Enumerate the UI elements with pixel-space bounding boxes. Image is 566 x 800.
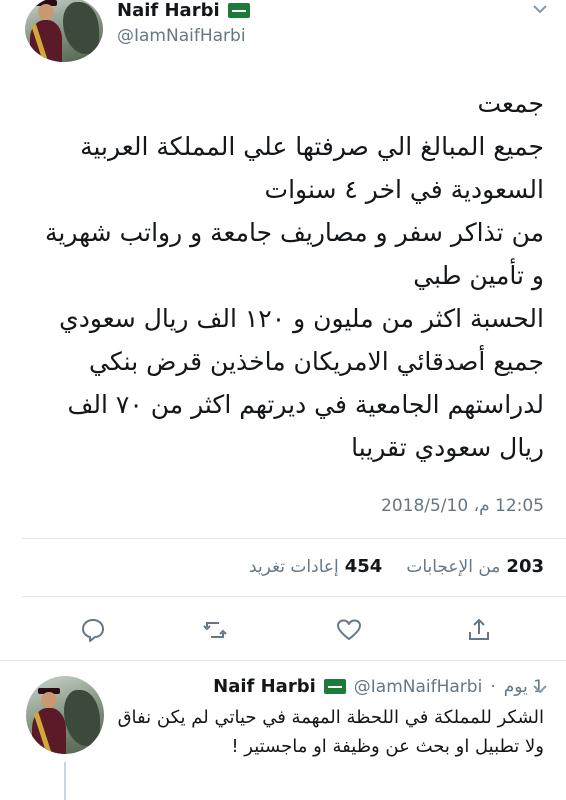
reply-line: ولا تطبيل او بحث عن وظيفة او ماجستير ! (231, 736, 544, 757)
tweet-timestamp[interactable]: 12:05 م، 2018/5/10 (381, 496, 544, 516)
tweet-line: ريال سعودي تقريبا (351, 433, 544, 462)
author-display-name[interactable]: Naif Harbi (117, 0, 220, 21)
divider (22, 538, 566, 539)
author-name-line: Naif Harbi (117, 0, 250, 21)
reply-avatar[interactable] (26, 676, 104, 754)
tweet-text: جمعت جميع المبالغ الي صرفتها علي المملكة… (14, 82, 544, 469)
heart-icon[interactable] (335, 616, 363, 644)
share-icon[interactable] (465, 616, 493, 644)
retweet-count[interactable]: 203 (506, 556, 544, 577)
retweet-icon[interactable] (201, 616, 229, 644)
thread-connector-line (64, 762, 66, 800)
tweet-line: جمعت (477, 89, 544, 118)
tweet-line: السعودية في اخر ٤ سنوات (264, 175, 544, 204)
reply-separator: · (490, 676, 496, 697)
like-count[interactable]: 454 (345, 556, 383, 577)
reply-header: 1 يوم · @IamNaifHarbi Naif Harbi (213, 676, 544, 697)
tweet-line: الحسبة اكثر من مليون و ١٢٠ الف ريال سعود… (59, 304, 544, 333)
author-avatar[interactable] (25, 0, 103, 62)
tweet-line: جميع أصدقائي الامريكان ماخذين قرض بنكي (89, 347, 544, 376)
saudi-flag-icon (323, 679, 346, 694)
tweet-line: من تذاكر سفر و مصاريف جامعة و رواتب شهري… (45, 218, 544, 247)
saudi-flag-icon (227, 3, 250, 18)
divider (22, 596, 566, 597)
tweet-actions-bar (0, 612, 566, 648)
reply-text: الشكر للمملكة في اللحظة المهمة في حياتي … (104, 703, 544, 761)
reply-chevron-down-icon[interactable] (532, 682, 548, 698)
reply-icon[interactable] (79, 616, 107, 644)
tweet-line: جميع المبالغ الي صرفتها علي المملكة العر… (80, 132, 544, 161)
retweets-label[interactable]: إعادات تغريد (249, 557, 339, 577)
reply-line: الشكر للمملكة في اللحظة المهمة في حياتي … (117, 707, 544, 728)
author-handle[interactable]: @IamNaifHarbi (117, 26, 246, 46)
tweet-line: لدراستهم الجامعية في ديرتهم اكثر من ٧٠ ا… (67, 390, 544, 419)
chevron-down-icon[interactable] (532, 2, 548, 18)
likes-label[interactable]: من الإعجابات (406, 557, 500, 577)
tweet-stats: 203 من الإعجابات 454 إعادات تغريد (249, 556, 544, 577)
reply-handle[interactable]: @IamNaifHarbi (354, 677, 483, 697)
tweet-line: و تأمين طبي (413, 261, 544, 290)
reply-display-name[interactable]: Naif Harbi (213, 676, 316, 697)
section-divider (0, 660, 566, 661)
